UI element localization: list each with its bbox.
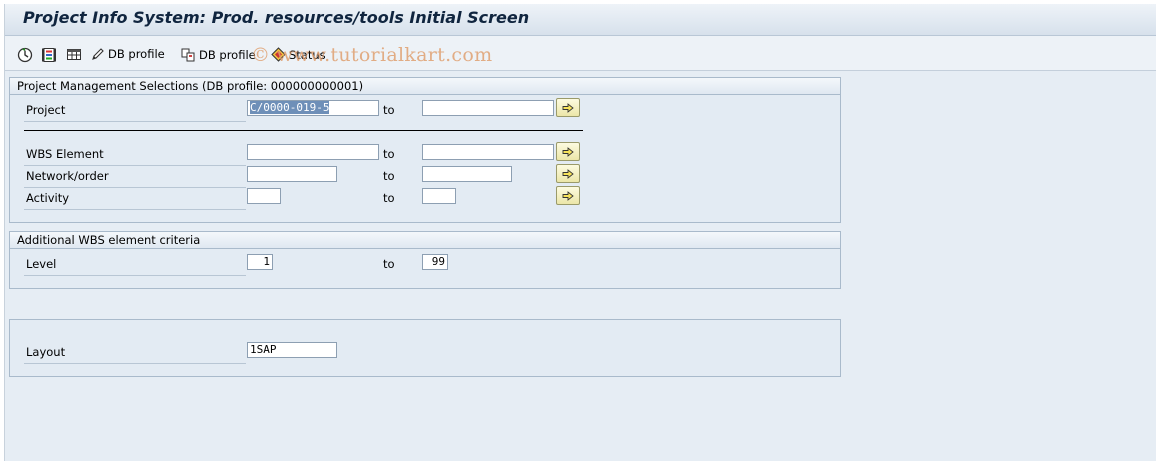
project-selection-group: Project Management Selections (DB profil…	[9, 77, 841, 223]
execute-button[interactable]	[17, 47, 33, 63]
layout-label: Layout	[26, 345, 66, 359]
project-from-value: C/0000-019-5	[250, 101, 330, 114]
sap-window: Project Info System: Prod. resources/too…	[4, 4, 1156, 461]
wbs-element-from-input[interactable]	[247, 144, 379, 160]
project-to-input[interactable]	[422, 100, 554, 116]
layout-group: Layout 1SAP	[9, 319, 841, 377]
label-underline	[24, 275, 246, 276]
to-label: to	[383, 191, 395, 205]
to-label: to	[383, 103, 395, 117]
wbs-multiple-selection-button[interactable]	[556, 142, 580, 161]
arrow-right-icon	[562, 168, 574, 179]
change-db-profile-label: DB profile	[108, 47, 165, 61]
project-label: Project	[26, 103, 66, 117]
page-title: Project Info System: Prod. resources/too…	[23, 8, 530, 27]
network-order-to-input[interactable]	[422, 166, 512, 182]
activity-multiple-selection-button[interactable]	[556, 186, 580, 205]
project-from-input[interactable]: C/0000-019-5	[247, 100, 379, 116]
to-label: to	[383, 169, 395, 183]
network-multiple-selection-button[interactable]	[556, 164, 580, 183]
db-profile-label: DB profile	[199, 47, 256, 62]
wbs-element-label: WBS Element	[26, 147, 104, 161]
level-to-input[interactable]: 99	[422, 254, 448, 270]
execute-icon	[17, 47, 33, 63]
group-header: Additional WBS element criteria	[10, 232, 840, 249]
layout-icon	[66, 47, 82, 63]
label-underline	[24, 165, 246, 166]
get-variant-button[interactable]	[41, 47, 57, 63]
application-toolbar: DB profile DB profile Status	[5, 36, 1156, 71]
label-underline	[24, 121, 246, 122]
separator-line	[24, 130, 583, 131]
level-from-input[interactable]: 1	[247, 254, 273, 270]
to-label: to	[383, 257, 395, 271]
wbs-element-to-input[interactable]	[422, 144, 554, 160]
activity-label: Activity	[26, 191, 70, 205]
group-header: Project Management Selections (DB profil…	[10, 78, 840, 95]
layout-input[interactable]: 1SAP	[247, 342, 337, 358]
db-profile-button[interactable]: DB profile	[181, 47, 256, 62]
variant-icon	[41, 47, 57, 63]
activity-from-input[interactable]	[247, 188, 281, 204]
network-order-from-input[interactable]	[247, 166, 337, 182]
watermark: © www.tutorialkart.com	[251, 44, 493, 66]
db-profile-icon	[181, 47, 196, 62]
layout-button[interactable]	[66, 47, 82, 63]
pencil-icon	[91, 47, 105, 61]
level-label: Level	[26, 257, 57, 271]
title-bar: Project Info System: Prod. resources/too…	[5, 4, 1156, 36]
project-multiple-selection-button[interactable]	[556, 98, 580, 117]
label-underline	[24, 363, 246, 364]
change-db-profile-button[interactable]: DB profile	[91, 47, 165, 61]
arrow-right-icon	[562, 146, 574, 157]
label-underline	[24, 187, 246, 188]
arrow-right-icon	[562, 190, 574, 201]
to-label: to	[383, 147, 395, 161]
wbs-criteria-group: Additional WBS element criteria Level 1 …	[9, 231, 841, 289]
label-underline	[24, 209, 246, 210]
arrow-right-icon	[562, 102, 574, 113]
activity-to-input[interactable]	[422, 188, 456, 204]
network-order-label: Network/order	[26, 169, 109, 183]
